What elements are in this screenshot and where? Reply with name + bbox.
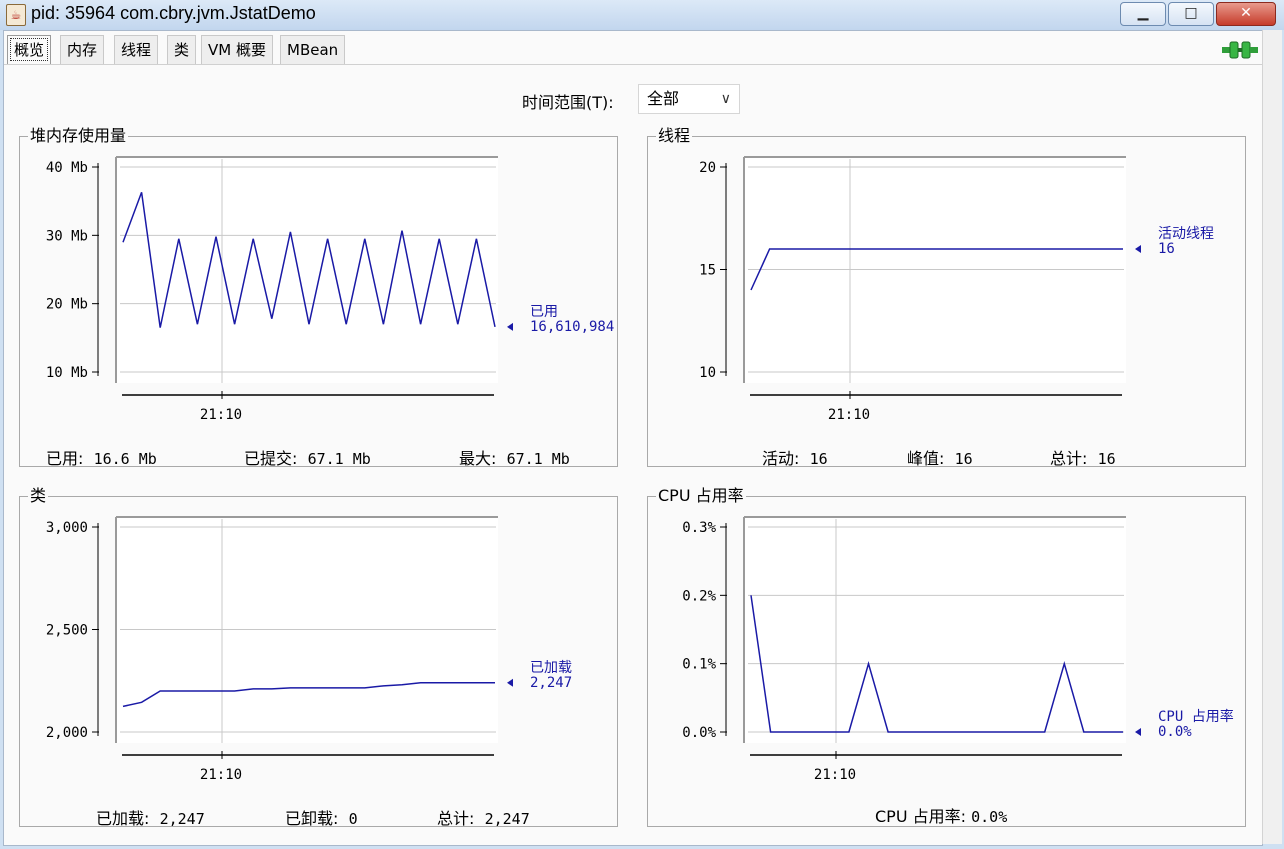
y-tick-label: 15 <box>699 263 716 279</box>
plot-background <box>116 157 498 383</box>
heap-panel: 堆内存使用量 10 Mb 20 Mb 30 Mb 40 Mb 21:10 已用 16,610… <box>19 126 618 468</box>
x-tick-label: 21:10 <box>200 767 242 783</box>
legend-marker <box>507 322 513 331</box>
legend-marker <box>1135 728 1141 736</box>
y-tick-label: 0.0% <box>682 725 716 741</box>
java-app-icon: ☕ <box>6 4 26 26</box>
client-area: 概览 内存 线程 类 VM 概要 MBean 时间范围(T): 全部 ∨ 堆内存… <box>3 30 1263 846</box>
y-tick-label: 2,500 <box>46 623 88 639</box>
x-tick-label: 21:10 <box>200 407 242 423</box>
y-tick-label: 10 Mb <box>46 365 88 381</box>
tab-classes[interactable]: 类 <box>167 35 197 64</box>
plot-background <box>744 517 1126 743</box>
classes-panel: 类 2,000 2,500 3,000 21:10 已加载 2,247 已加载: 2,24… <box>19 486 618 828</box>
x-tick-label: 21:10 <box>814 767 856 783</box>
time-range-value: 全部 <box>647 89 680 108</box>
classes-footer-loaded: 已加载: 2,247 <box>96 809 205 828</box>
minimize-button[interactable]: ▁ <box>1120 2 1166 26</box>
classes-footer-unloaded: 已卸载: 0 <box>285 809 358 828</box>
threads-chart: 10 15 20 21:10 活动线程16 <box>699 156 1214 423</box>
tab-memory[interactable]: 内存 <box>60 35 105 64</box>
close-button[interactable]: ✕ <box>1216 2 1276 26</box>
threads-footer-live: 活动: 16 <box>762 449 828 468</box>
window-right-edge <box>1262 30 1282 844</box>
chevron-down-icon: ∨ <box>720 91 731 107</box>
heap-footer-committed: 已提交: 67.1 Mb <box>244 449 371 468</box>
minimize-icon: ▁ <box>1137 5 1149 21</box>
legend-label: 已加载 <box>530 660 572 676</box>
y-tick-label: 3,000 <box>46 520 88 536</box>
tab-separator <box>4 64 1262 65</box>
tab-vm-summary[interactable]: VM 概要 <box>201 35 273 64</box>
window-title: pid: 35964 com.cbry.jvm.JstatDemo <box>31 3 316 23</box>
legend-value: 16 <box>1158 241 1175 257</box>
tab-overview[interactable]: 概览 <box>7 35 52 64</box>
y-tick-label: 30 Mb <box>46 228 88 244</box>
legend-value: 2,247 <box>530 675 572 691</box>
legend-label: CPU 占用率 <box>1158 708 1234 725</box>
threads-footer-peak: 峰值: 16 <box>907 449 973 468</box>
y-tick-label: 2,000 <box>46 725 88 741</box>
cpu-panel: CPU 占用率 0.0% 0.1% 0.2% 0.3% 21:10 CPU 占用率 0.0%… <box>647 486 1246 827</box>
cpu-footer-usage: CPU 占用率: 0.0% <box>875 807 1008 826</box>
heap-chart: 10 Mb 20 Mb 30 Mb 40 Mb 21:10 已用16,610,984 <box>46 156 614 423</box>
close-icon: ✕ <box>1240 5 1252 21</box>
y-tick-label: 20 <box>699 160 716 176</box>
maximize-button[interactable]: □ <box>1168 2 1214 26</box>
y-tick-label: 20 Mb <box>46 297 88 313</box>
time-range-select[interactable]: 全部 ∨ <box>638 84 740 114</box>
y-tick-label: 10 <box>699 365 716 381</box>
cpu-chart: 0.0%0.1%0.2%0.3%21:10CPU 占用率0.0% <box>682 516 1234 783</box>
connection-status-icon[interactable] <box>1222 39 1258 61</box>
legend-value: 16,610,984 <box>530 319 614 335</box>
classes-chart: 2,000 2,500 3,000 21:10 已加载2,247 <box>46 516 572 783</box>
threads-footer-total: 总计: 16 <box>1050 449 1116 468</box>
y-tick-label: 40 Mb <box>46 160 88 176</box>
classes-footer-total: 总计: 2,247 <box>437 809 530 828</box>
time-range-label: 时间范围(T): <box>522 93 614 112</box>
y-tick-label: 0.1% <box>682 657 716 673</box>
legend-marker <box>1135 245 1141 253</box>
legend-label: 活动线程 <box>1158 226 1214 242</box>
tab-mbean[interactable]: MBean <box>280 35 346 64</box>
legend-label: 已用 <box>530 304 558 320</box>
x-tick-label: 21:10 <box>828 407 870 423</box>
threads-panel: 线程 10 15 20 21:10 活动线程 16 活动: 16 峰值: 16 总计: 1… <box>647 126 1246 468</box>
heap-footer-max: 最大: 67.1 Mb <box>459 449 570 468</box>
heap-footer-used: 已用: 16.6 Mb <box>46 449 157 468</box>
tab-threads[interactable]: 线程 <box>114 35 159 64</box>
legend-marker <box>507 678 513 687</box>
y-tick-label: 0.3% <box>682 520 716 536</box>
maximize-icon: □ <box>1184 5 1198 21</box>
y-tick-label: 0.2% <box>682 588 716 604</box>
window-titlebar[interactable]: ☕ pid: 35964 com.cbry.jvm.JstatDemo ▁ □ … <box>0 0 1284 30</box>
legend-value: 0.0% <box>1158 724 1192 740</box>
